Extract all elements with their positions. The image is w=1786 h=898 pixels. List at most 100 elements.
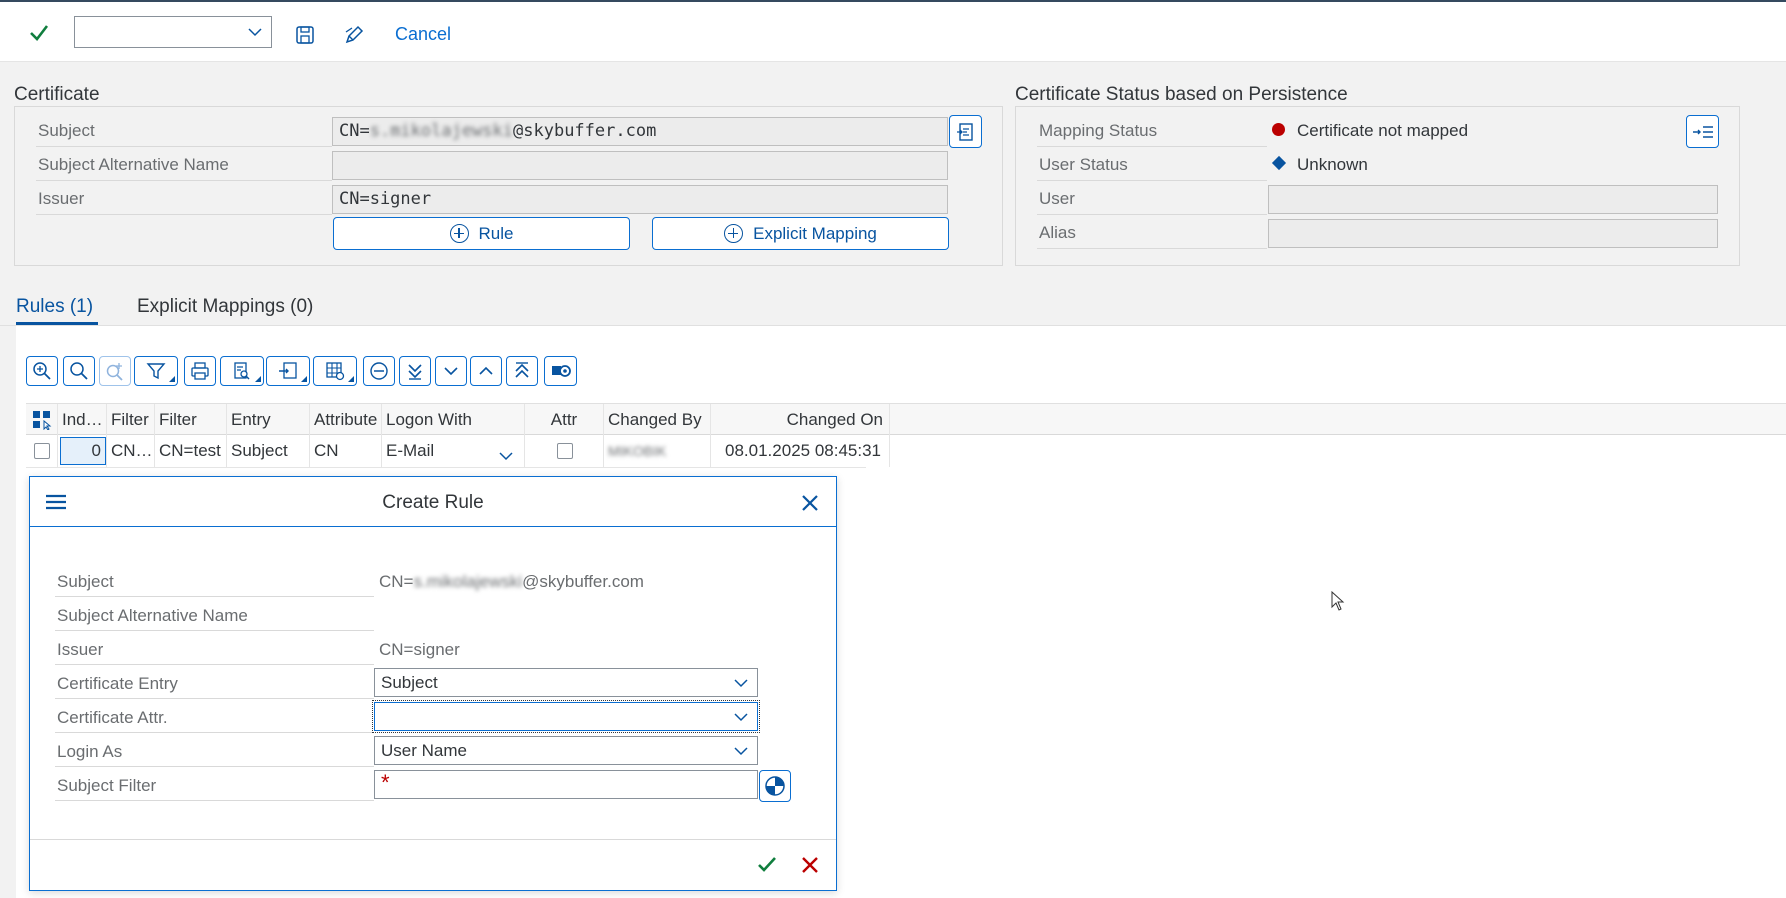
scroll-bottom-button[interactable] [399, 356, 431, 386]
filter-button[interactable] [134, 356, 178, 386]
cancel-x-icon[interactable] [801, 856, 819, 879]
cert-entry-select[interactable]: Subject [374, 668, 758, 697]
confirm-checkmark-icon[interactable] [757, 855, 777, 880]
user-status-label: User Status [1039, 155, 1128, 174]
filter1-cell[interactable]: CN… [107, 435, 155, 467]
column-header-changed-on[interactable]: Changed On [711, 404, 890, 435]
chevron-down-icon[interactable] [733, 675, 749, 695]
row-checkbox[interactable] [34, 443, 50, 459]
dialog-san-label: Subject Alternative Name [57, 606, 248, 625]
edit-pencil-icon[interactable] [343, 24, 365, 46]
required-marker: * [381, 770, 390, 795]
dropdown-triangle-icon [348, 376, 354, 382]
row-selector[interactable] [26, 435, 58, 467]
chevron-down-icon[interactable] [498, 443, 514, 467]
select-all-icon[interactable] [26, 404, 58, 435]
tab-explicit-mappings[interactable]: Explicit Mappings (0) [137, 296, 313, 318]
save-icon[interactable] [294, 24, 316, 46]
attr-cell[interactable] [525, 435, 604, 467]
issuer-field[interactable]: CN=signer [332, 185, 948, 214]
rule-button-label: Rule [478, 223, 514, 243]
entry-cell[interactable]: Subject [227, 435, 310, 467]
dropdown-triangle-icon [169, 376, 175, 382]
column-header-index[interactable]: Ind… [58, 404, 107, 435]
print-button[interactable] [184, 356, 216, 386]
dialog-issuer-label: Issuer [57, 640, 104, 659]
scroll-up-button[interactable] [470, 356, 502, 386]
san-field[interactable] [332, 151, 948, 180]
cert-attr-label: Certificate Attr. [57, 708, 168, 727]
filter2-cell[interactable]: CN=test [155, 435, 227, 467]
navigate-button[interactable] [1686, 115, 1719, 148]
column-header-changed-by[interactable]: Changed By [604, 404, 711, 435]
subject-field[interactable]: CN=s.mikolajewski@skybuffer.com [332, 117, 948, 146]
index-cell[interactable]: 0 [58, 435, 107, 467]
alias-field[interactable] [1268, 219, 1718, 248]
cert-attr-select[interactable] [372, 700, 760, 733]
tab-rules[interactable]: Rules (1) [16, 296, 93, 318]
value-help-icon [765, 776, 785, 796]
dialog-subject-prefix: CN= [379, 572, 414, 591]
column-header-filter1[interactable]: Filter [107, 404, 155, 435]
chevron-down-icon[interactable] [247, 24, 263, 45]
export-icon [279, 362, 297, 379]
explicit-mapping-button-label: Explicit Mapping [753, 223, 877, 243]
user-field[interactable] [1268, 185, 1718, 214]
settings-button[interactable] [544, 356, 577, 386]
views-button[interactable] [220, 356, 264, 386]
column-header-filter2[interactable]: Filter [155, 404, 227, 435]
attribute-cell[interactable]: CN [310, 435, 382, 467]
find-button[interactable] [63, 356, 95, 386]
close-icon[interactable] [801, 494, 819, 517]
column-header-attribute[interactable]: Attribute [310, 404, 382, 435]
changed-by-redacted: MIKOBIK [608, 443, 667, 459]
details-zoom-button[interactable] [26, 356, 58, 386]
login-as-select[interactable]: User Name [374, 736, 758, 765]
error-status-icon [1272, 123, 1285, 136]
filter-icon [146, 363, 166, 380]
table-row[interactable]: 0 CN… CN=test Subject CN E-Mail MIKOBIK … [26, 435, 890, 468]
scroll-down-button[interactable] [435, 356, 467, 386]
logon-with-cell[interactable]: E-Mail [382, 435, 525, 467]
grid-settings-icon [326, 362, 345, 381]
enter-checkmark-icon[interactable] [28, 22, 52, 46]
create-rule-dialog: Create Rule Subject CN=s.mikolajewski@sk… [29, 476, 837, 891]
dialog-subject-suffix: @skybuffer.com [522, 572, 644, 591]
delete-row-button[interactable] [363, 356, 395, 386]
layout-button[interactable] [313, 356, 357, 386]
column-header-attr[interactable]: Attr [525, 404, 604, 435]
dialog-subject-value: CN=s.mikolajewski@skybuffer.com [379, 572, 644, 592]
changed-on-cell: 08.01.2025 08:45:31 [711, 435, 890, 467]
scroll-top-button[interactable] [506, 356, 538, 386]
zoom-in-icon [33, 362, 51, 380]
column-header-entry[interactable]: Entry [227, 404, 310, 435]
document-arrow-icon [956, 122, 973, 141]
printer-icon [191, 362, 209, 380]
changed-by-cell: MIKOBIK [604, 435, 711, 467]
value-help-button[interactable] [759, 770, 791, 802]
chevron-down-icon[interactable] [733, 743, 749, 763]
puzzle-gear-icon [551, 365, 571, 377]
subject-prefix: CN= [339, 121, 370, 141]
table-header: Ind… Filter Filter Entry Attribute Logon… [26, 403, 1786, 435]
cancel-link[interactable]: Cancel [395, 24, 451, 45]
column-header-logon-with[interactable]: Logon With [382, 404, 525, 435]
chevron-down-icon[interactable] [733, 709, 749, 729]
subject-filter-input[interactable]: * [374, 770, 758, 799]
command-field[interactable] [74, 16, 272, 48]
dialog-issuer-value: CN=signer [379, 640, 460, 659]
attr-checkbox[interactable] [557, 443, 573, 459]
cert-entry-label: Certificate Entry [57, 674, 178, 693]
index-input[interactable]: 0 [60, 437, 106, 465]
explicit-mapping-button[interactable]: Explicit Mapping [652, 217, 949, 250]
san-label: Subject Alternative Name [38, 155, 229, 174]
minus-circle-icon [370, 362, 388, 380]
double-chevron-down-icon [408, 364, 422, 380]
status-group-title: Certificate Status based on Persistence [1015, 84, 1348, 105]
find-next-button[interactable] [99, 356, 131, 386]
add-circle-icon [724, 224, 744, 243]
certificate-details-button[interactable] [949, 115, 982, 148]
export-button[interactable] [266, 356, 310, 386]
dialog-header: Create Rule [30, 477, 836, 527]
rule-button[interactable]: Rule [333, 217, 630, 250]
